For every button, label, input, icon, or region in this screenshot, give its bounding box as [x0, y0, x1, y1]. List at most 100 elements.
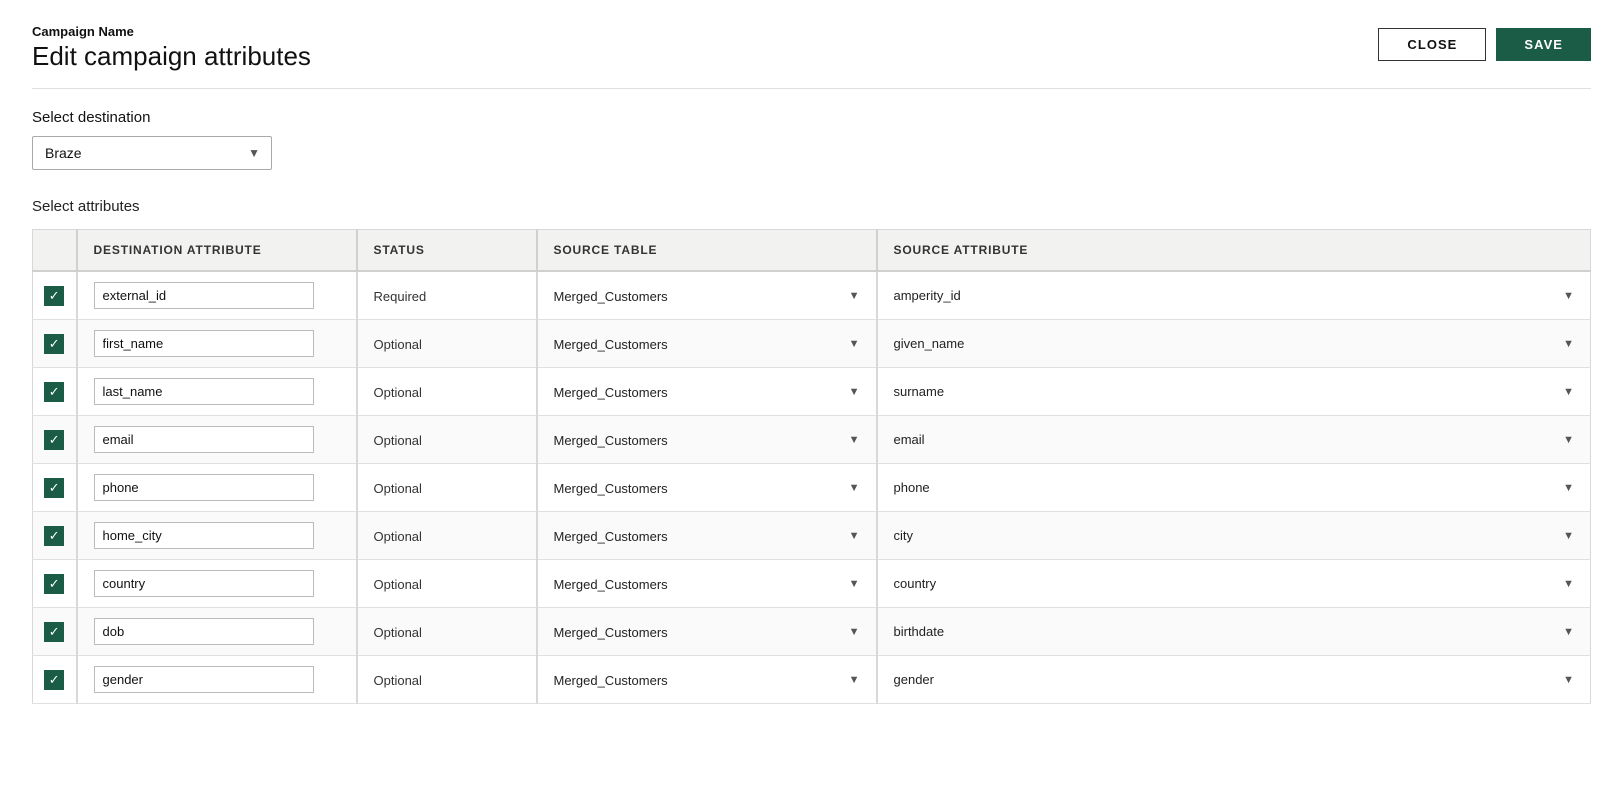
source-table-value-1: Merged_Customers: [554, 337, 841, 352]
source-table-chevron-icon-2[interactable]: ▼: [849, 386, 860, 398]
dest-attr-input-2[interactable]: [94, 378, 314, 405]
checkmark-icon: ✓: [49, 337, 60, 350]
header-buttons: CLOSE SAVE: [1378, 28, 1591, 61]
source-attr-cell-7: birthdate ▼: [877, 608, 1591, 656]
row-checkbox-3[interactable]: ✓: [44, 430, 64, 450]
checkmark-icon: ✓: [49, 529, 60, 542]
source-table-chevron-icon-5[interactable]: ▼: [849, 530, 860, 542]
source-table-chevron-icon-8[interactable]: ▼: [849, 674, 860, 686]
dest-attr-input-7[interactable]: [94, 618, 314, 645]
row-checkbox-5[interactable]: ✓: [44, 526, 64, 546]
table-row: ✓ Optional Merged_Customers ▼ country ▼: [33, 560, 1591, 608]
source-attr-cell-0: amperity_id ▼: [877, 271, 1591, 320]
row-checkbox-4[interactable]: ✓: [44, 478, 64, 498]
source-attr-cell-4: phone ▼: [877, 464, 1591, 512]
row-checkbox-6[interactable]: ✓: [44, 574, 64, 594]
dest-attr-cell-0: [77, 271, 357, 320]
source-attr-wrap-3: email ▼: [894, 432, 1575, 447]
source-attr-chevron-icon-6[interactable]: ▼: [1563, 578, 1574, 590]
status-text-3: Optional: [374, 433, 422, 448]
dest-attr-cell-5: [77, 512, 357, 560]
source-attr-value-6: country: [894, 576, 1556, 591]
row-checkbox-0[interactable]: ✓: [44, 286, 64, 306]
dest-attr-input-4[interactable]: [94, 474, 314, 501]
col-header-status: STATUS: [357, 230, 537, 272]
source-attr-value-2: surname: [894, 384, 1556, 399]
dest-attr-cell-3: [77, 416, 357, 464]
row-checkbox-7[interactable]: ✓: [44, 622, 64, 642]
source-table-value-6: Merged_Customers: [554, 577, 841, 592]
dest-attr-cell-4: [77, 464, 357, 512]
row-checkbox-8[interactable]: ✓: [44, 670, 64, 690]
source-table-select-wrap-1: Merged_Customers ▼: [554, 337, 860, 352]
source-attr-chevron-icon-1[interactable]: ▼: [1563, 338, 1574, 350]
dest-attr-input-8[interactable]: [94, 666, 314, 693]
attributes-label: Select attributes: [32, 198, 1591, 215]
table-row: ✓ Optional Merged_Customers ▼ gender ▼: [33, 656, 1591, 704]
source-table-chevron-icon-4[interactable]: ▼: [849, 482, 860, 494]
checkbox-cell-4: ✓: [33, 464, 77, 512]
table-row: ✓ Required Merged_Customers ▼ amperity_i…: [33, 271, 1591, 320]
source-attr-chevron-icon-8[interactable]: ▼: [1563, 674, 1574, 686]
source-attr-wrap-7: birthdate ▼: [894, 624, 1575, 639]
source-table-cell-5: Merged_Customers ▼: [537, 512, 877, 560]
dest-attr-input-6[interactable]: [94, 570, 314, 597]
checkbox-cell-6: ✓: [33, 560, 77, 608]
status-text-2: Optional: [374, 385, 422, 400]
source-table-cell-2: Merged_Customers ▼: [537, 368, 877, 416]
source-table-value-3: Merged_Customers: [554, 433, 841, 448]
source-attr-chevron-icon-4[interactable]: ▼: [1563, 482, 1574, 494]
checkmark-icon: ✓: [49, 385, 60, 398]
source-attr-chevron-icon-2[interactable]: ▼: [1563, 386, 1574, 398]
source-attr-chevron-icon-7[interactable]: ▼: [1563, 626, 1574, 638]
source-attr-chevron-icon-0[interactable]: ▼: [1563, 290, 1574, 302]
campaign-name: Campaign Name: [32, 24, 311, 39]
source-table-chevron-icon-1[interactable]: ▼: [849, 338, 860, 350]
page-wrapper: Campaign Name Edit campaign attributes C…: [0, 0, 1623, 728]
dest-attr-cell-7: [77, 608, 357, 656]
source-table-cell-3: Merged_Customers ▼: [537, 416, 877, 464]
source-attr-chevron-icon-3[interactable]: ▼: [1563, 434, 1574, 446]
attributes-section: Select attributes DESTINATION ATTRIBUTE …: [32, 198, 1591, 704]
destination-select[interactable]: Braze Salesforce Klaviyo Google Ads: [32, 136, 272, 170]
checkmark-icon: ✓: [49, 625, 60, 638]
source-table-chevron-icon-7[interactable]: ▼: [849, 626, 860, 638]
close-button[interactable]: CLOSE: [1378, 28, 1486, 61]
checkbox-cell-1: ✓: [33, 320, 77, 368]
source-attr-cell-3: email ▼: [877, 416, 1591, 464]
source-attr-value-4: phone: [894, 480, 1556, 495]
dest-attr-input-0[interactable]: [94, 282, 314, 309]
dest-attr-input-3[interactable]: [94, 426, 314, 453]
source-table-chevron-icon-3[interactable]: ▼: [849, 434, 860, 446]
source-attr-wrap-4: phone ▼: [894, 480, 1575, 495]
source-attr-chevron-icon-5[interactable]: ▼: [1563, 530, 1574, 542]
save-button[interactable]: SAVE: [1496, 28, 1591, 61]
source-table-select-wrap-2: Merged_Customers ▼: [554, 385, 860, 400]
source-attr-wrap-1: given_name ▼: [894, 336, 1575, 351]
source-table-value-4: Merged_Customers: [554, 481, 841, 496]
source-table-cell-0: Merged_Customers ▼: [537, 271, 877, 320]
table-row: ✓ Optional Merged_Customers ▼ surname ▼: [33, 368, 1591, 416]
checkbox-cell-7: ✓: [33, 608, 77, 656]
source-table-cell-6: Merged_Customers ▼: [537, 560, 877, 608]
table-row: ✓ Optional Merged_Customers ▼ phone ▼: [33, 464, 1591, 512]
row-checkbox-1[interactable]: ✓: [44, 334, 64, 354]
source-attr-cell-2: surname ▼: [877, 368, 1591, 416]
dest-attr-input-1[interactable]: [94, 330, 314, 357]
status-cell-7: Optional: [357, 608, 537, 656]
source-table-value-2: Merged_Customers: [554, 385, 841, 400]
checkbox-cell-3: ✓: [33, 416, 77, 464]
table-header-row: DESTINATION ATTRIBUTE STATUS SOURCE TABL…: [33, 230, 1591, 272]
dest-attr-cell-6: [77, 560, 357, 608]
dest-attr-cell-1: [77, 320, 357, 368]
row-checkbox-2[interactable]: ✓: [44, 382, 64, 402]
source-table-chevron-icon-6[interactable]: ▼: [849, 578, 860, 590]
dest-attr-input-5[interactable]: [94, 522, 314, 549]
source-table-chevron-icon-0[interactable]: ▼: [849, 290, 860, 302]
source-table-value-7: Merged_Customers: [554, 625, 841, 640]
source-table-value-5: Merged_Customers: [554, 529, 841, 544]
source-table-cell-4: Merged_Customers ▼: [537, 464, 877, 512]
status-text-8: Optional: [374, 673, 422, 688]
title-block: Campaign Name Edit campaign attributes: [32, 24, 311, 72]
source-attr-wrap-8: gender ▼: [894, 672, 1575, 687]
